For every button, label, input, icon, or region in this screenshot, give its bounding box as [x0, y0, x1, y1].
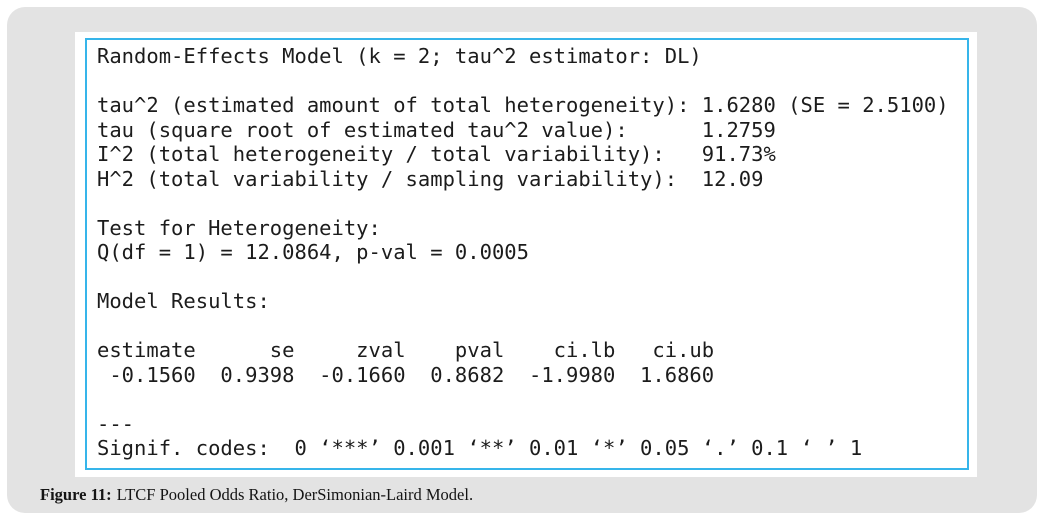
figure-card: Random-Effects Model (k = 2; tau^2 estim… [7, 7, 1037, 513]
figure-caption-text: LTCF Pooled Odds Ratio, DerSimonian-Lair… [117, 485, 473, 504]
figure-caption-label: Figure 11: [40, 485, 112, 504]
figure-caption: Figure 11: LTCF Pooled Odds Ratio, DerSim… [40, 484, 1000, 505]
page: Random-Effects Model (k = 2; tau^2 estim… [0, 0, 1043, 521]
r-console-output: Random-Effects Model (k = 2; tau^2 estim… [85, 38, 969, 470]
